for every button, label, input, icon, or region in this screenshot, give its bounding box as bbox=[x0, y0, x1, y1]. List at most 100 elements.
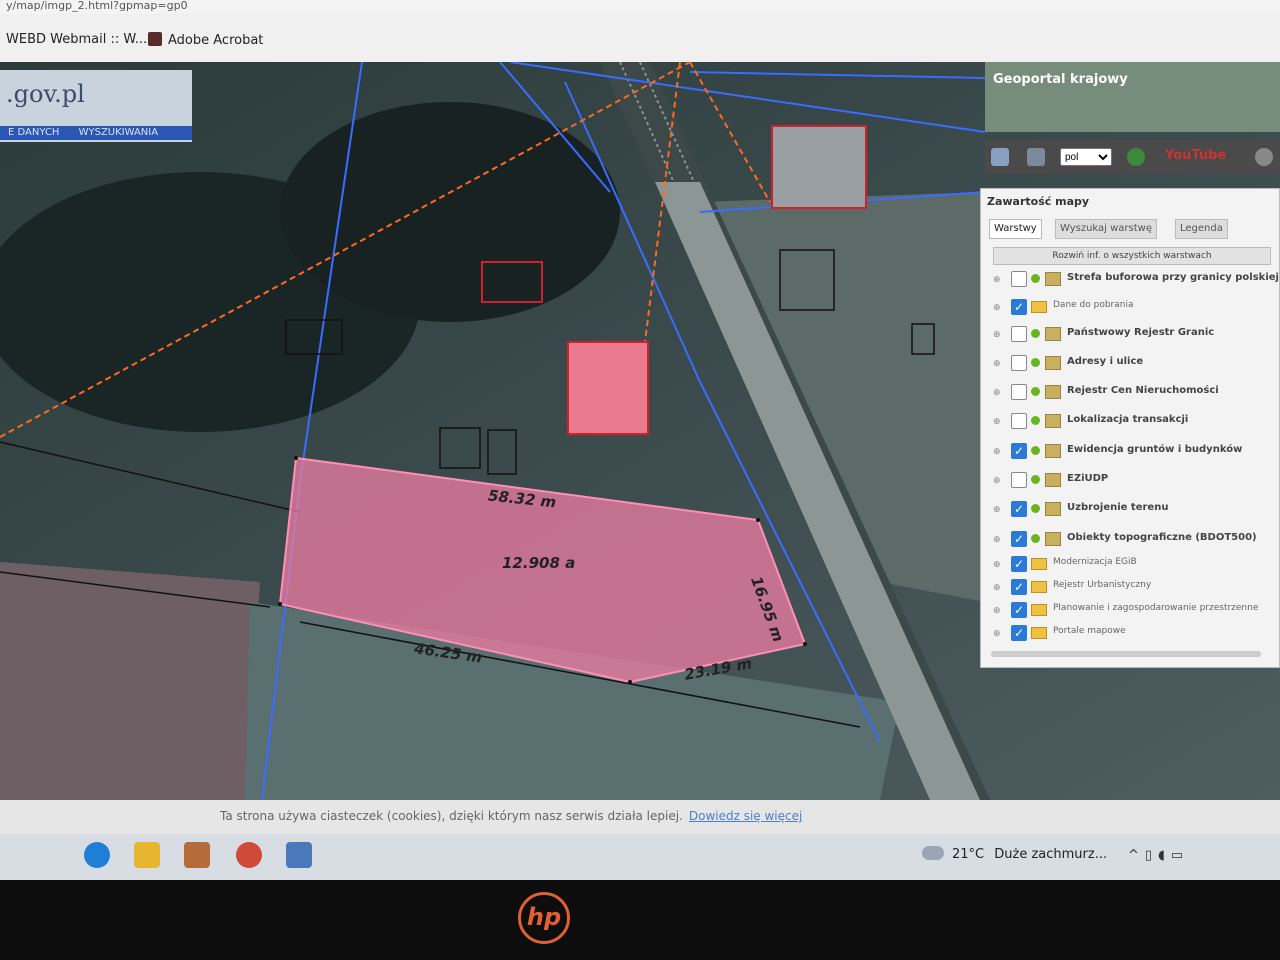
layer-item[interactable]: ⊕ ✓ Portale mapowe bbox=[991, 623, 1280, 645]
layer-checkbox[interactable] bbox=[1011, 384, 1027, 400]
folder-icon bbox=[1031, 558, 1047, 570]
folder-icon bbox=[1031, 301, 1047, 313]
layer-name: Uzbrojenie terenu bbox=[1067, 502, 1169, 513]
layer-checkbox[interactable]: ✓ bbox=[1011, 531, 1027, 547]
layer-item[interactable]: ⊕ ✓ Uzbrojenie terenu bbox=[991, 499, 1280, 521]
layer-name: Lokalizacja transakcji bbox=[1067, 414, 1189, 425]
layer-name: Ewidencja gruntów i budynków bbox=[1067, 444, 1243, 455]
layer-item[interactable]: ⊕ ✓ Dane do pobrania bbox=[991, 297, 1280, 319]
tab-legend[interactable]: Legenda bbox=[1175, 219, 1228, 239]
expand-icon[interactable]: ⊕ bbox=[993, 535, 1001, 545]
layer-checkbox[interactable] bbox=[1011, 472, 1027, 488]
help-icon[interactable] bbox=[1255, 148, 1273, 166]
layer-checkbox[interactable]: ✓ bbox=[1011, 501, 1027, 517]
status-dot-icon bbox=[1031, 329, 1040, 338]
expand-icon[interactable]: ⊕ bbox=[993, 447, 1001, 457]
battery-icon[interactable]: ▭ bbox=[1171, 848, 1189, 863]
layer-item[interactable]: ⊕ Państwowy Rejestr Granic bbox=[991, 324, 1280, 346]
address-bar[interactable]: y/map/imgp_2.html?gpmap=gp0 bbox=[0, 0, 1280, 14]
building-outline bbox=[567, 341, 649, 435]
site-logo-text: .gov.pl bbox=[6, 80, 85, 108]
print-icon[interactable] bbox=[1027, 148, 1045, 166]
bookmark-acrobat[interactable]: Adobe Acrobat bbox=[148, 32, 263, 48]
layer-item[interactable]: ⊕ ✓ Rejestr Urbanistyczny bbox=[991, 577, 1280, 599]
layer-checkbox[interactable]: ✓ bbox=[1011, 625, 1027, 641]
bookmarks-bar: WEBD Webmail :: W... Adobe Acrobat bbox=[0, 14, 1280, 62]
expand-icon[interactable]: ⊕ bbox=[993, 275, 1001, 285]
layer-checkbox[interactable] bbox=[1011, 413, 1027, 429]
url-text: y/map/imgp_2.html?gpmap=gp0 bbox=[6, 0, 188, 12]
globe-icon[interactable] bbox=[1127, 148, 1145, 166]
tab-search-layer[interactable]: Wyszukaj warstwę bbox=[1055, 219, 1158, 239]
expand-icon[interactable]: ⊕ bbox=[993, 583, 1001, 593]
cloud-icon bbox=[922, 846, 944, 860]
bookmark-webmail[interactable]: WEBD Webmail :: W... bbox=[6, 32, 147, 47]
expand-icon[interactable]: ⊕ bbox=[993, 505, 1001, 515]
layer-icon bbox=[1045, 385, 1061, 399]
cookie-learn-more-link[interactable]: Dowiedz się więcej bbox=[689, 809, 802, 823]
file-explorer-icon[interactable] bbox=[134, 842, 160, 868]
layer-name: Rejestr Cen Nieruchomości bbox=[1067, 385, 1219, 396]
system-tray[interactable]: ^▯◖▭ bbox=[1128, 848, 1189, 863]
grid-icon[interactable] bbox=[991, 148, 1009, 166]
volume-icon[interactable]: ◖ bbox=[1158, 848, 1171, 863]
layer-checkbox[interactable] bbox=[1011, 271, 1027, 287]
tab-layers[interactable]: Warstwy bbox=[989, 219, 1042, 239]
layer-name: Obiekty topograficzne (BDOT500) bbox=[1067, 532, 1257, 543]
site-nav: E DANYCH WYSZUKIWANIA bbox=[0, 126, 192, 140]
layer-checkbox[interactable]: ✓ bbox=[1011, 443, 1027, 459]
expand-icon[interactable]: ⊕ bbox=[993, 388, 1001, 398]
weather-temp: 21°C bbox=[952, 847, 985, 862]
expand-icon[interactable]: ⊕ bbox=[993, 606, 1001, 616]
expand-icon[interactable]: ⊕ bbox=[993, 359, 1001, 369]
weather-widget[interactable]: 21°C Duże zachmurz... bbox=[922, 846, 1107, 862]
layer-item[interactable]: ⊕ Strefa buforowa przy granicy polskiej bbox=[991, 269, 1280, 291]
expand-icon[interactable]: ⊕ bbox=[993, 629, 1001, 639]
layer-checkbox[interactable] bbox=[1011, 326, 1027, 342]
network-icon[interactable]: ▯ bbox=[1145, 848, 1158, 863]
layer-name: Modernizacja EGiB bbox=[1053, 557, 1137, 567]
layer-item[interactable]: ⊕ Adresy i ulice bbox=[991, 353, 1280, 375]
document-icon[interactable] bbox=[286, 842, 312, 868]
status-dot-icon bbox=[1031, 534, 1040, 543]
layer-item[interactable]: ⊕ ✓ Planowanie i zagospodarowanie przestrz… bbox=[991, 600, 1280, 622]
layer-item[interactable]: ⊕ ✓ Obiekty topograficzne (BDOT500) bbox=[991, 529, 1280, 551]
layer-item[interactable]: ⊕ ✓ Modernizacja EGiB bbox=[991, 554, 1280, 576]
expand-icon[interactable]: ⊕ bbox=[993, 560, 1001, 570]
language-select[interactable]: pol bbox=[1060, 148, 1112, 166]
chevron-up-icon[interactable]: ^ bbox=[1128, 848, 1145, 863]
expand-all-info-button[interactable]: Rozwiń inf. o wszystkich warstwach bbox=[993, 247, 1271, 265]
acrobat-icon bbox=[148, 32, 162, 46]
layer-item[interactable]: ⊕ EZiUDP bbox=[991, 470, 1280, 492]
store-icon[interactable] bbox=[184, 842, 210, 868]
layer-checkbox[interactable]: ✓ bbox=[1011, 299, 1027, 315]
nav-tab-data[interactable]: E DANYCH bbox=[8, 127, 59, 138]
geoportal-minimap[interactable]: Geoportal krajowy bbox=[985, 62, 1280, 132]
expand-icon[interactable]: ⊕ bbox=[993, 330, 1001, 340]
bookmark-webmail-label: WEBD Webmail :: W... bbox=[6, 32, 148, 47]
layer-icon bbox=[1045, 356, 1061, 370]
status-dot-icon bbox=[1031, 446, 1040, 455]
youtube-link[interactable]: YouTube bbox=[1165, 148, 1226, 163]
chrome-icon[interactable] bbox=[236, 842, 262, 868]
expand-icon[interactable]: ⊕ bbox=[993, 303, 1001, 313]
layer-item[interactable]: ⊕ ✓ Ewidencja gruntów i budynków bbox=[991, 441, 1280, 463]
bookmark-acrobat-label: Adobe Acrobat bbox=[168, 33, 264, 48]
layer-checkbox[interactable]: ✓ bbox=[1011, 556, 1027, 572]
layer-name: Państwowy Rejestr Granic bbox=[1067, 327, 1215, 338]
expand-icon[interactable]: ⊕ bbox=[993, 417, 1001, 427]
layer-checkbox[interactable]: ✓ bbox=[1011, 602, 1027, 618]
expand-icon[interactable]: ⊕ bbox=[993, 476, 1001, 486]
layer-checkbox[interactable]: ✓ bbox=[1011, 579, 1027, 595]
cookie-bar: Ta strona używa ciasteczek (cookies), dz… bbox=[0, 800, 1280, 834]
layer-name: Rejestr Urbanistyczny bbox=[1053, 580, 1152, 590]
nav-tab-search[interactable]: WYSZUKIWANIA bbox=[79, 127, 158, 138]
layer-icon bbox=[1045, 532, 1061, 546]
layer-checkbox[interactable] bbox=[1011, 355, 1027, 371]
edge-browser-icon[interactable] bbox=[84, 842, 110, 868]
map-toolbar: pol YouTube bbox=[985, 140, 1280, 174]
layer-icon bbox=[1045, 272, 1061, 286]
panel-horizontal-scrollbar[interactable] bbox=[991, 651, 1261, 657]
layer-item[interactable]: ⊕ Rejestr Cen Nieruchomości bbox=[991, 382, 1280, 404]
layer-item[interactable]: ⊕ Lokalizacja transakcji bbox=[991, 411, 1280, 433]
